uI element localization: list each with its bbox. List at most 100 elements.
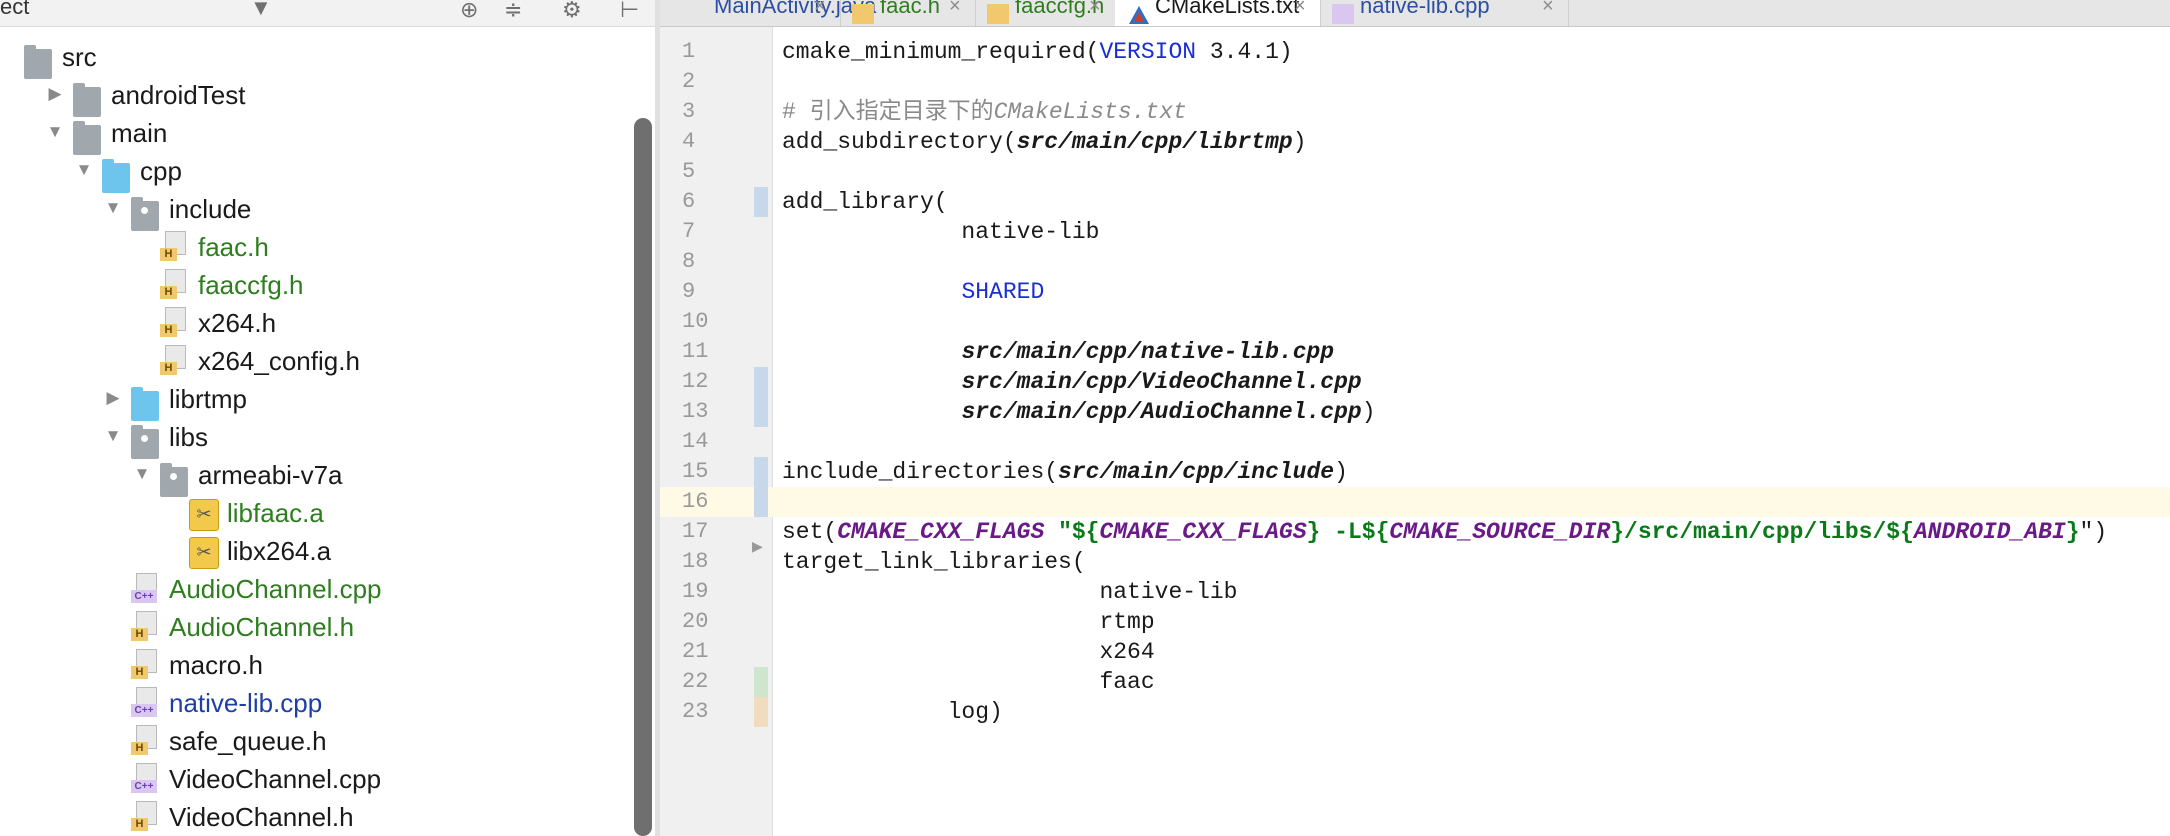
collapsed-arrow-icon[interactable]: ▶ [103,388,123,408]
code-line[interactable]: # 引入指定目录下的CMakeLists.txt [782,97,1187,127]
editor-tab[interactable]: native-lib.cpp × [1320,0,1569,26]
tree-row[interactable]: H VideoChannel.h [0,798,630,836]
code-token: CMAKE_CXX_FLAGS [1099,519,1307,545]
expanded-arrow-icon[interactable]: ▼ [103,198,123,218]
cpp-file-icon: C++ [131,763,159,793]
close-icon[interactable]: × [1542,0,1554,18]
expanded-arrow-icon[interactable]: ▼ [45,122,65,142]
code-line[interactable]: cmake_minimum_required(VERSION 3.4.1) [782,37,1293,67]
tree-row[interactable]: Hx264_config.h [0,342,630,380]
tree-row[interactable]: C++ native-lib.cpp [0,684,630,722]
tree-row[interactable]: ▼ armeabi-v7a [0,456,630,497]
collapsed-arrow-icon[interactable]: ▶ [45,84,65,104]
code-line[interactable]: set(CMAKE_CXX_FLAGS "${CMAKE_CXX_FLAGS} … [782,517,2107,547]
editor-tab[interactable]: faac.h × [840,0,976,26]
editor-tab[interactable]: CMakeLists.txt × [1115,0,1321,26]
close-icon[interactable]: × [1294,0,1306,18]
hide-icon[interactable]: ⊢ [620,0,639,21]
line-number: 15 [682,459,709,484]
dropdown-arrow-icon[interactable]: ▼ [250,0,272,19]
close-icon[interactable]: × [949,0,961,18]
vcs-change-marker[interactable] [754,367,768,397]
code-line[interactable]: add_library( [782,187,948,217]
line-number: 19 [682,579,709,604]
tree-item-label: native-lib.cpp [169,688,323,718]
folder-icon [102,159,130,193]
line-number: 7 [682,219,696,244]
header-file-icon: H [131,611,159,641]
code-token: src/main/cpp/VideoChannel.cpp [961,369,1362,395]
code-line[interactable]: add_subdirectory(src/main/cpp/librtmp) [782,127,1307,157]
file-type-badge: H [131,666,148,679]
tree-row[interactable]: ▼ main [0,114,630,155]
header-file-icon: H [160,345,188,375]
file-type-badge: H [160,286,177,299]
code-token: set( [782,519,838,545]
tree-row[interactable]: src [0,38,630,79]
code-line[interactable]: native-lib [782,577,1237,607]
archive-icon: ✂ [189,499,219,531]
close-icon[interactable]: × [1089,0,1101,18]
tree-row[interactable]: C++ AudioChannel.cpp [0,570,630,608]
tree-row[interactable]: H AudioChannel.h [0,608,630,646]
code-line[interactable]: src/main/cpp/native-lib.cpp [782,337,1334,367]
code-token: CMAKE_SOURCE_DIR [1389,519,1611,545]
vcs-change-marker[interactable] [754,397,768,427]
tree-item-label: libs [169,422,209,452]
code-line[interactable]: faac [782,667,1154,697]
vcs-change-marker[interactable] [754,697,768,727]
editor-tab[interactable]: MainActivity.java × [660,0,876,26]
expanded-arrow-icon[interactable]: ▼ [132,464,152,484]
editor-tab[interactable]: faaccfg.h × [975,0,1116,26]
code-line[interactable]: rtmp [782,607,1154,637]
code-line[interactable]: log) [782,697,1003,727]
line-number: 11 [682,339,709,364]
code-token: ) [1292,129,1307,155]
collapse-icon[interactable]: ≑ [504,0,522,21]
tree-row[interactable]: ▶ librtmp [0,380,630,421]
tree-row[interactable]: Hsafe_queue.h [0,722,630,760]
expanded-arrow-icon[interactable]: ▼ [103,426,123,446]
code-line[interactable]: src/main/cpp/VideoChannel.cpp [782,367,1362,397]
close-icon[interactable]: × [814,0,826,18]
tree-row[interactable]: ▼ cpp [0,152,630,193]
expanded-arrow-icon[interactable]: ▼ [74,160,94,180]
project-scrollbar[interactable] [634,118,652,836]
code-line[interactable]: x264 [782,637,1154,667]
code-token: native-lib [782,219,1100,245]
code-line[interactable]: target_link_libraries( [782,547,1086,577]
tree-item-label: main [111,118,168,148]
code-line[interactable]: include_directories(src/main/cpp/include… [782,457,1348,487]
code-line[interactable]: src/main/cpp/AudioChannel.cpp) [782,397,1375,427]
tree-row[interactable]: ✂ libfaac.a [0,494,630,532]
vcs-change-marker[interactable] [754,187,768,217]
tree-row[interactable]: Hfaaccfg.h [0,266,630,304]
cpp-file-icon: C++ [131,687,159,717]
tree-row[interactable]: Hfaac.h [0,228,630,266]
code-line[interactable]: SHARED [782,277,1044,307]
code-line[interactable]: native-lib [782,217,1099,247]
code-token: ${ [1071,519,1100,545]
vcs-change-marker[interactable] [754,667,768,697]
gear-icon[interactable]: ⚙ [562,0,582,21]
project-view-selector[interactable]: ect [0,0,29,20]
target-icon[interactable]: ⊕ [460,0,478,21]
line-number: 16 [682,489,709,514]
code-token: include_directories( [782,459,1059,485]
code-token: ") [2079,519,2108,545]
header-file-icon: H [131,649,159,679]
tree-row[interactable]: C++ VideoChannel.cpp [0,760,630,798]
tree-row[interactable]: Hmacro.h [0,646,630,684]
tree-row[interactable]: Hx264.h [0,304,630,342]
tree-row[interactable]: ▼ libs [0,418,630,459]
file-type-badge: H [160,362,177,375]
tree-row[interactable]: ✂ libx264.a [0,532,630,570]
tree-row[interactable]: ▼ include [0,190,630,231]
tree-item-label: libfaac.a [227,498,324,528]
fold-arrow-icon[interactable]: ▶ [752,538,763,555]
tree-row[interactable]: ▶ androidTest [0,76,630,117]
vcs-change-marker[interactable] [754,487,768,517]
vcs-change-marker[interactable] [754,457,768,487]
